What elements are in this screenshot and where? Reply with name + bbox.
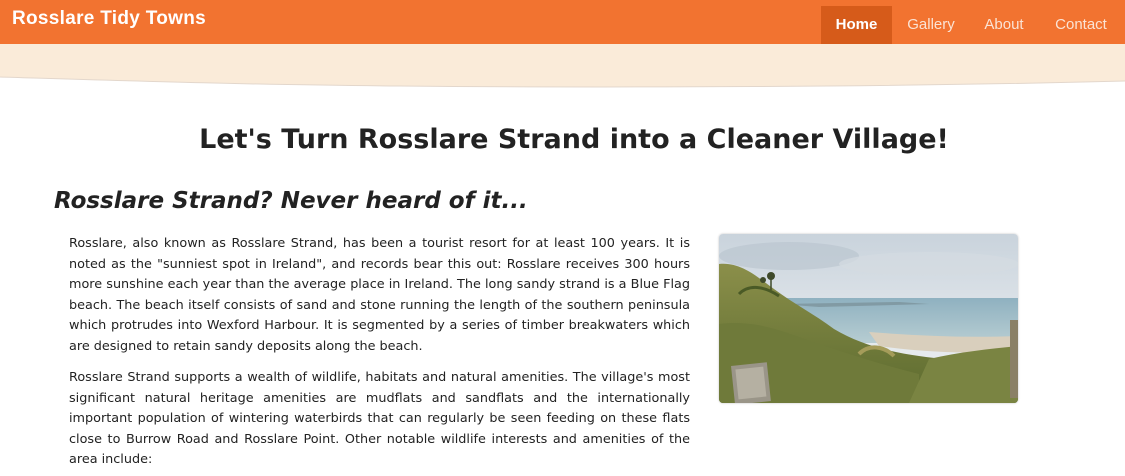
beach-photo bbox=[719, 234, 1018, 403]
header-wave-band bbox=[0, 44, 1125, 88]
site-brand[interactable]: Rosslare Tidy Towns bbox=[12, 8, 206, 30]
nav-item-home[interactable]: Home bbox=[821, 6, 892, 46]
section-title: Rosslare Strand? Never heard of it... bbox=[54, 188, 528, 214]
intro-paragraph: Rosslare, also known as Rosslare Strand,… bbox=[69, 236, 690, 354]
nav-item-contact[interactable]: Contact bbox=[1044, 6, 1118, 46]
page-headline: Let's Turn Rosslare Strand into a Cleane… bbox=[199, 124, 949, 155]
nav-item-gallery[interactable]: Gallery bbox=[896, 6, 966, 46]
wildlife-paragraph: Rosslare Strand supports a wealth of wil… bbox=[69, 370, 690, 467]
nav-item-about[interactable]: About bbox=[974, 6, 1034, 46]
navbar: Rosslare Tidy Towns Home Gallery About C… bbox=[0, 0, 1125, 46]
